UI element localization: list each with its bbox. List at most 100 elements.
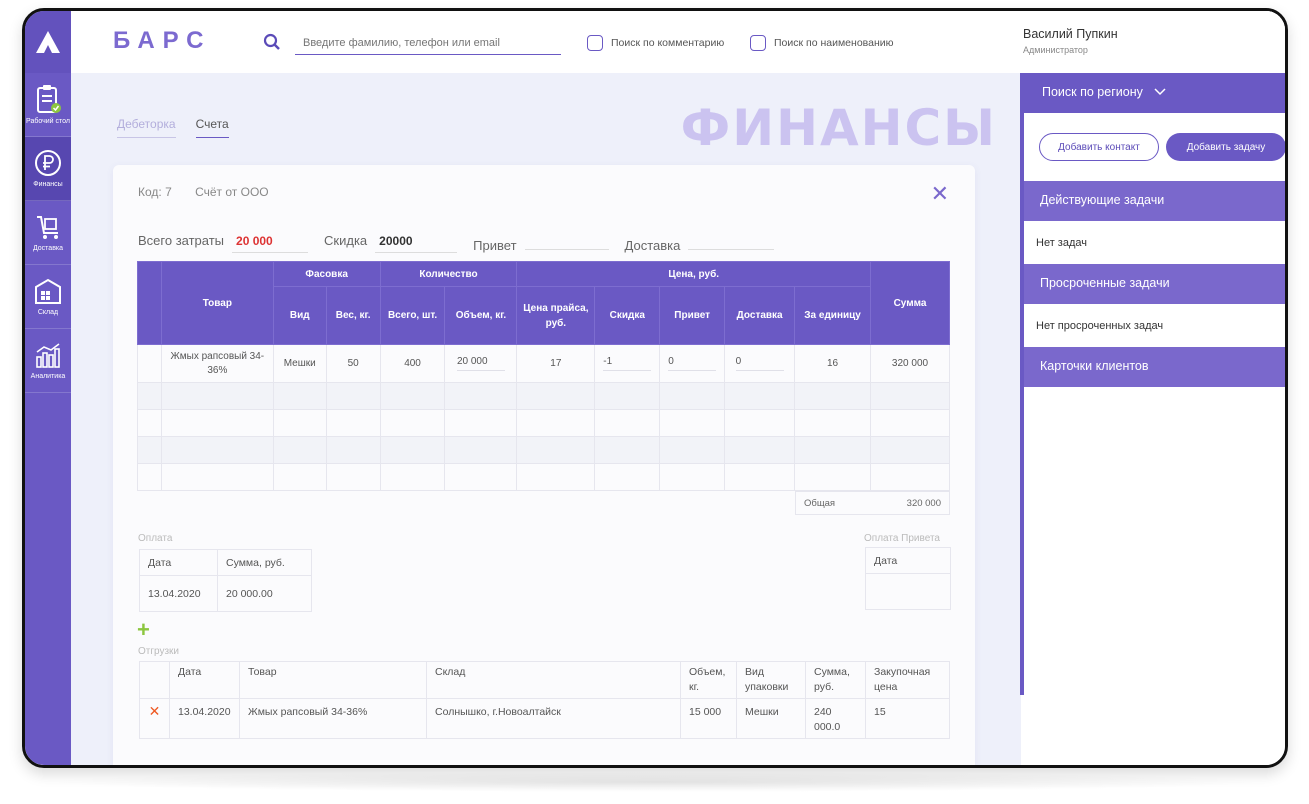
user-profile[interactable]: Василий Пупкин Администратор (1021, 11, 1285, 73)
sidebar-item-delivery[interactable]: Доставка (25, 201, 71, 265)
table-cell (865, 573, 951, 610)
sidebar-item-label: Рабочий стол (26, 118, 70, 125)
invoice-summary: Всего затраты 20 000 Скидка 20000 Привет… (138, 233, 790, 253)
cart-icon (37, 216, 58, 239)
delivery-cell: 0 (724, 344, 796, 383)
shipments-header-warehouse: Склад (426, 661, 681, 699)
delivery-input[interactable] (688, 233, 775, 250)
bonus-payments-header-date: Дата (865, 547, 951, 574)
add-task-button[interactable]: Добавить задачу (1166, 133, 1285, 161)
discount-input[interactable]: 20000 (375, 234, 458, 253)
sidebar-item-desktop[interactable]: Рабочий стол (25, 73, 71, 137)
list-price-cell: 17 (516, 344, 596, 383)
sidebar-item-label: Доставка (32, 245, 64, 252)
tab-debts[interactable]: Дебеторка (117, 117, 176, 138)
page-title: ФИНАНСЫ (680, 99, 997, 157)
shipments-title: Отгрузки (138, 646, 180, 657)
invoice-name: Счёт от ООО (195, 185, 269, 199)
invoice-code: Код: 7 (138, 185, 172, 199)
weight-cell: 50 (325, 344, 381, 383)
table-header-delivery: Доставка (724, 286, 796, 345)
region-label: Поиск по региону (1042, 85, 1143, 99)
shipment-volume: 15 000 (680, 698, 737, 739)
type-cell: Мешки (272, 344, 327, 383)
table-header-packaging: Фасовка (272, 261, 381, 287)
search-by-comment-checkbox[interactable]: Поиск по комментарию (587, 35, 724, 51)
delete-icon[interactable]: ✕ (149, 703, 161, 719)
table-header-blank (139, 661, 170, 699)
payment-sum: 20 000.00 (217, 575, 312, 612)
shipments-header-package: Вид упаковки (736, 661, 806, 699)
bonus-cell: 0 (659, 344, 726, 383)
device-shadow (40, 772, 1270, 792)
sidebar-item-warehouse[interactable]: Склад (25, 265, 71, 329)
table-header-quantity: Количество (379, 261, 518, 287)
table-row[interactable]: 13.04.2020 20 000.00 (139, 575, 312, 612)
table-row[interactable]: ✕ 13.04.2020 Жмых рапсовый 34-36% Солныш… (139, 698, 950, 739)
add-payment-button[interactable]: + (137, 617, 150, 643)
top-bar: БАРС Поиск по комментарию Поиск по наиме… (71, 11, 1021, 73)
region-search-dropdown[interactable]: Поиск по региону (1024, 73, 1285, 113)
tab-invoices[interactable]: Счета (195, 117, 229, 138)
right-panel: Василий Пупкин Администратор Поиск по ре… (1020, 11, 1285, 765)
sidebar-item-label: Склад (37, 309, 59, 316)
payments-header-sum: Сумма, руб. (217, 549, 312, 576)
search-by-name-checkbox[interactable]: Поиск по наименованию (750, 35, 894, 51)
payments-title: Оплата (138, 533, 173, 544)
shipment-date: 13.04.2020 (169, 698, 240, 739)
delivery-field: Доставка (625, 233, 775, 253)
overdue-tasks-header[interactable]: Просроченные задачи (1024, 264, 1285, 304)
sidebar-item-analytics[interactable]: Аналитика (25, 329, 71, 393)
per-unit-cell: 16 (794, 344, 872, 383)
checkbox-box[interactable] (587, 35, 603, 51)
payments-header-date: Дата (139, 549, 218, 576)
table-row[interactable] (137, 436, 950, 464)
sidebar-item-finance[interactable]: Финансы (25, 137, 71, 201)
ruble-icon (35, 150, 61, 176)
volume-cell: 20 000 (444, 344, 518, 383)
table-row[interactable] (137, 463, 950, 491)
sidebar: Рабочий стол Финансы Доставка Склад Анал… (25, 11, 71, 765)
search-icon[interactable] (263, 33, 281, 51)
table-cell (137, 344, 162, 383)
delete-shipment-cell: ✕ (139, 698, 170, 739)
close-icon[interactable]: ✕ (931, 181, 949, 207)
shipments-header-date: Дата (169, 661, 240, 699)
shipment-package: Мешки (736, 698, 806, 739)
total-costs-field: Всего затраты 20 000 (138, 233, 309, 253)
invoice-header: Код: 7 Счёт от ООО (138, 185, 289, 199)
total-pcs-cell: 400 (379, 344, 446, 383)
no-overdue-text: Нет просроченных задач (1036, 320, 1164, 332)
no-tasks-text: Нет задач (1036, 237, 1087, 249)
goods-table: Товар Фасовка Количество Цена, руб. Сумм… (137, 261, 950, 491)
bonus-input[interactable] (524, 233, 609, 250)
discount-label: Скидка (324, 233, 368, 248)
sum-cell: 320 000 (870, 344, 950, 383)
add-contact-button[interactable]: Добавить контакт (1039, 133, 1159, 161)
discount-cell-input[interactable]: -1 (603, 356, 652, 371)
main-content: Дебеторка Счета ФИНАНСЫ Код: 7 Счёт от О… (71, 73, 1021, 765)
table-row[interactable] (137, 409, 950, 437)
bonus-payments-title: Оплата Привета (864, 533, 940, 544)
total-costs-label: Всего затраты (138, 233, 225, 248)
app-logo[interactable] (25, 11, 71, 73)
discount-field: Скидка 20000 (324, 233, 458, 253)
bonus-cell-input[interactable]: 0 (668, 356, 717, 371)
volume-input[interactable]: 20 000 (456, 356, 505, 371)
user-name: Василий Пупкин (1023, 27, 1118, 41)
active-tasks-header[interactable]: Действующие задачи (1024, 181, 1285, 221)
table-header-sum: Сумма (870, 261, 950, 345)
delivery-cell-input[interactable]: 0 (735, 356, 784, 371)
checkbox-box[interactable] (750, 35, 766, 51)
product-cell: Жмых рапсовый 34-36% (160, 344, 274, 383)
total-costs-value[interactable]: 20 000 (232, 234, 309, 253)
table-header-bonus: Привет (659, 286, 726, 345)
search-input[interactable] (295, 31, 561, 55)
table-header-discount: Скидка (594, 286, 661, 345)
table-header-product: Товар (160, 261, 274, 345)
table-row[interactable]: Жмых рапсовый 34-36% Мешки 50 400 20 000… (137, 344, 950, 383)
table-row[interactable] (137, 382, 950, 410)
client-cards-header[interactable]: Карточки клиентов (1024, 347, 1285, 387)
warehouse-icon (35, 278, 61, 304)
shipment-product: Жмых рапсовый 34-36% (239, 698, 427, 739)
